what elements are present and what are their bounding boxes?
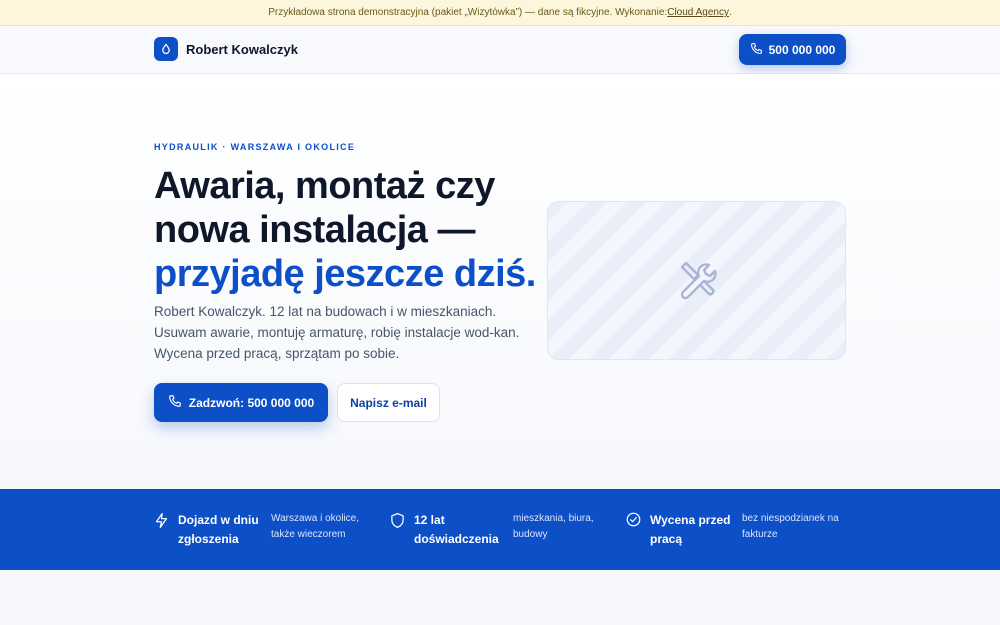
call-button-label: Zadzwoń: 500 000 000 [188,395,315,410]
lightning-icon [154,512,178,549]
feature-desc: Warszawa i okolice, także wieczorem [271,513,359,540]
feature-title: 12 lat doświadczenia [414,513,499,546]
call-button[interactable]: Zadzwoń: 500 000 000 [154,383,328,422]
demo-notice-suffix: . [728,7,732,18]
header-phone-button[interactable]: 500 000 000 [739,34,846,65]
feature-experience: 12 lat doświadczenia mieszkania, biura, … [390,511,594,549]
cloud-agency-link[interactable]: Cloud Agency [667,7,729,18]
demo-notice-banner: Przykładowa strona demonstracyjna (pakie… [0,0,1000,26]
feature-title: Dojazd w dniu zgłoszenia [178,513,259,546]
hero-eyebrow: HYDRAULIK · WARSZAWA I OKOLICE [154,142,356,152]
features-strip: Dojazd w dniu zgłoszenia Warszawa i okol… [0,489,1000,570]
feature-same-day: Dojazd w dniu zgłoszenia Warszawa i okol… [154,511,359,549]
header-phone-label: 500 000 000 [768,42,836,57]
email-button[interactable]: Napisz e-mail [337,383,440,422]
feature-title: Wycena przed pracą [650,513,731,546]
wrench-icon [673,254,721,307]
phone-icon [168,394,182,411]
feature-desc: bez niespodzianek na fakturze [742,513,839,540]
phone-icon [750,42,763,58]
brand[interactable]: Robert Kowalczyk [154,37,298,61]
droplet-icon [154,37,178,61]
hero-headline-accent: przyjadę jeszcze dziś. [154,253,536,295]
hero-lead: Robert Kowalczyk. 12 lat na budowach i w… [154,304,520,361]
hero-image-placeholder [547,201,846,360]
hero-headline-main: Awaria, montaż czy nowa instalacja — [154,165,495,251]
hero-section: HYDRAULIK · WARSZAWA I OKOLICE Awaria, m… [0,74,1000,488]
check-circle-icon [626,512,650,549]
site-header: Robert Kowalczyk 500 000 000 [0,26,1000,74]
brand-name: Robert Kowalczyk [186,41,298,57]
feature-desc: mieszkania, biura, budowy [513,513,594,540]
demo-notice-text: Przykładowa strona demonstracyjna (pakie… [268,7,668,18]
feature-estimate: Wycena przed pracą bez niespodzianek na … [626,511,839,549]
shield-icon [390,512,414,549]
hero-headline: Awaria, montaż czy nowa instalacja — prz… [154,164,544,296]
